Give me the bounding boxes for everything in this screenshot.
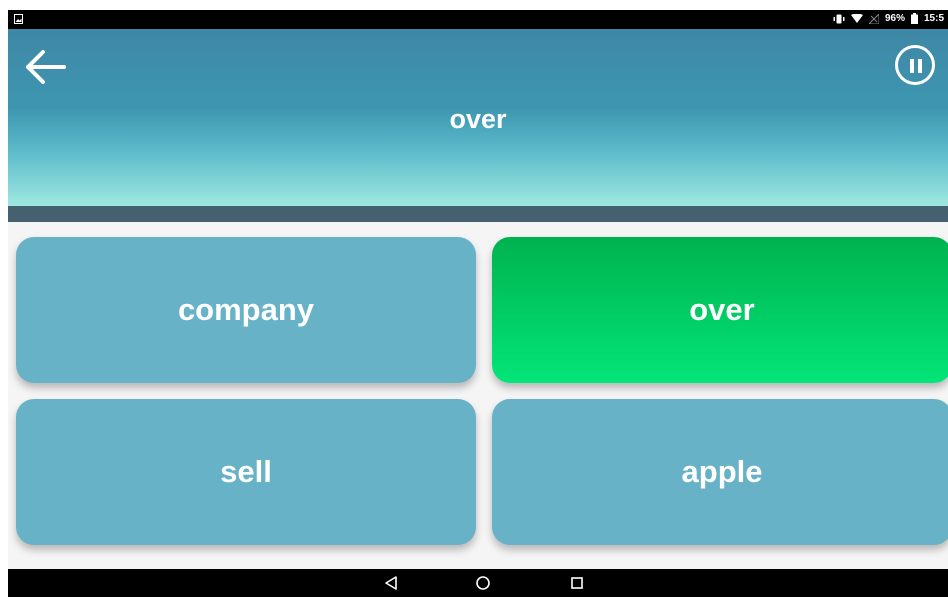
system-nav-bar — [8, 569, 948, 597]
answer-option-2-correct[interactable]: over — [492, 237, 948, 383]
battery-icon — [910, 13, 918, 24]
battery-percent: 96% — [884, 13, 905, 24]
vibrate-icon — [833, 14, 845, 23]
answer-option-4[interactable]: apple — [492, 399, 948, 545]
triangle-back-icon[interactable] — [384, 575, 398, 591]
circle-home-icon[interactable] — [475, 575, 491, 591]
progress-divider-bar — [8, 206, 948, 222]
app-frame: 96% 15:5 over company over sell apple — [8, 10, 948, 597]
arrow-left-icon[interactable] — [24, 49, 66, 85]
question-header: over — [8, 29, 948, 206]
answer-option-1[interactable]: company — [16, 237, 476, 383]
image-notification-icon — [14, 14, 23, 24]
status-right: 96% 15:5 — [833, 13, 944, 24]
status-bar: 96% 15:5 — [8, 10, 948, 29]
answer-option-3[interactable]: sell — [16, 399, 476, 545]
signal-off-icon — [868, 13, 879, 24]
question-word: over — [449, 104, 507, 134]
wifi-icon — [850, 13, 863, 23]
clock: 15:5 — [923, 13, 944, 24]
pause-circle-icon[interactable] — [895, 45, 935, 85]
pause-bar-right — [918, 59, 922, 73]
square-recents-icon[interactable] — [570, 575, 584, 591]
pause-bar-left — [910, 59, 914, 73]
